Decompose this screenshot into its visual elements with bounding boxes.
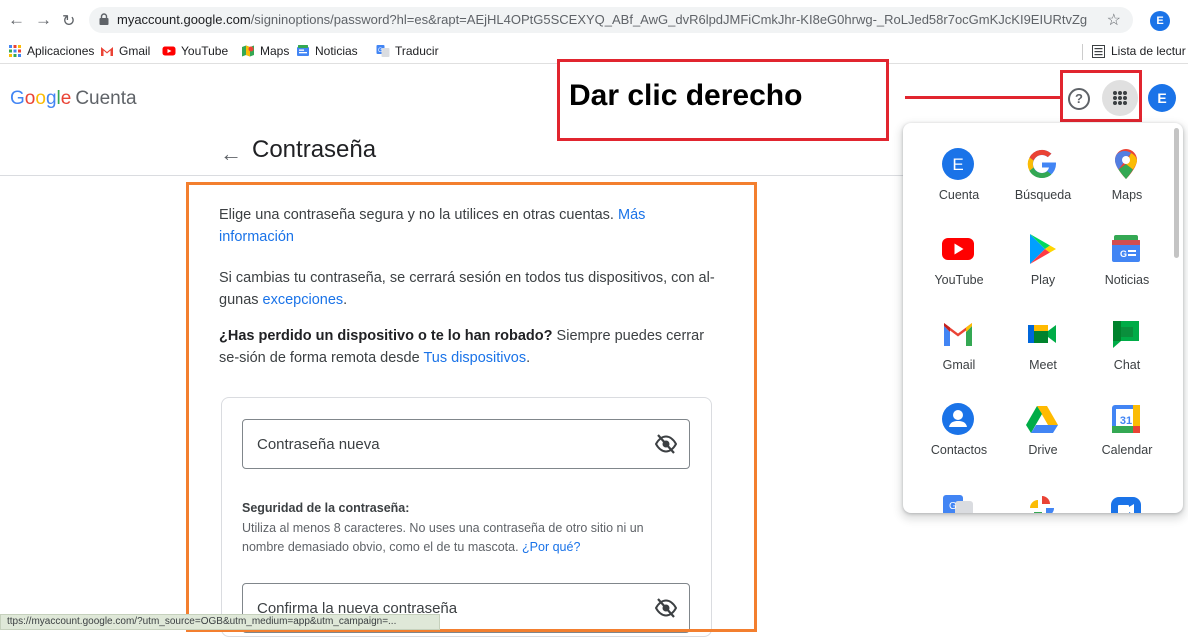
app-youtube[interactable]: YouTube bbox=[917, 232, 1001, 316]
logo-suffix: Cuenta bbox=[75, 88, 137, 109]
url-text: myaccount.google.com/signinoptions/passw… bbox=[117, 12, 1087, 27]
duo-icon[interactable] bbox=[1109, 491, 1143, 513]
logo-letter: G bbox=[10, 88, 25, 109]
annotation-content-box bbox=[186, 182, 757, 632]
bookmark-apps[interactable]: Aplicaciones bbox=[8, 44, 94, 58]
translate-icon[interactable]: G bbox=[941, 491, 975, 513]
address-bar[interactable]: myaccount.google.com/signinoptions/passw… bbox=[89, 7, 1133, 33]
bookmark-traducir[interactable]: G Traducir bbox=[376, 44, 439, 58]
logo-letter: o bbox=[35, 88, 46, 109]
news-icon bbox=[297, 45, 309, 56]
app-chat[interactable]: Chat bbox=[1085, 317, 1169, 401]
app-meet[interactable]: Meet bbox=[1001, 317, 1085, 401]
bookmark-gmail[interactable]: Gmail bbox=[100, 44, 150, 58]
google-search-icon bbox=[1027, 149, 1056, 179]
svg-text:G: G bbox=[378, 48, 383, 54]
annotation-highlight-box bbox=[1060, 70, 1142, 122]
bookmark-label: Noticias bbox=[315, 44, 358, 58]
reload-icon[interactable]: ↻ bbox=[62, 11, 75, 31]
translate-icon: G bbox=[376, 45, 390, 57]
svg-text:G: G bbox=[1120, 249, 1127, 259]
logo-letter: g bbox=[45, 88, 57, 109]
page-title: Contraseña bbox=[252, 136, 377, 163]
app-calendar[interactable]: 31 Calendar bbox=[1085, 402, 1169, 486]
status-bar-url: ttps://myaccount.google.com/?utm_source=… bbox=[0, 614, 440, 630]
account-avatar[interactable]: E bbox=[1148, 84, 1176, 112]
gmail-icon bbox=[101, 47, 113, 56]
play-icon bbox=[1030, 234, 1056, 264]
drive-icon bbox=[1026, 406, 1058, 433]
google-apps-panel: E Cuenta Búsqueda Maps YouTube Play G No… bbox=[903, 123, 1183, 513]
browser-menu-icon[interactable]: ⋮ bbox=[1182, 10, 1188, 27]
app-busqueda[interactable]: Búsqueda bbox=[1001, 147, 1085, 231]
bookmark-label: Gmail bbox=[119, 44, 151, 58]
app-cuenta[interactable]: E Cuenta bbox=[917, 147, 1001, 231]
bookmark-label: Traducir bbox=[395, 44, 439, 58]
app-maps[interactable]: Maps bbox=[1085, 147, 1169, 231]
calendar-day: 31 bbox=[1120, 415, 1132, 427]
contacts-icon bbox=[942, 403, 974, 435]
app-play[interactable]: Play bbox=[1001, 232, 1085, 316]
svg-text:G: G bbox=[949, 501, 957, 512]
photos-icon[interactable] bbox=[1025, 491, 1059, 513]
reading-list-label: Lista de lectur bbox=[1111, 44, 1186, 58]
maps-icon bbox=[1115, 149, 1137, 179]
app-contactos[interactable]: Contactos bbox=[917, 402, 1001, 486]
account-icon-letter: E bbox=[952, 155, 963, 174]
browser-toolbar: ← → ↻ myaccount.google.com/signinoptions… bbox=[0, 0, 1188, 40]
lock-icon bbox=[99, 13, 109, 25]
maps-icon bbox=[242, 45, 254, 57]
google-account-logo[interactable]: Google Cuenta bbox=[10, 88, 137, 110]
youtube-icon bbox=[942, 238, 974, 260]
bookmarks-divider bbox=[1082, 44, 1083, 60]
app-drive[interactable]: Drive bbox=[1001, 402, 1085, 486]
account-icon: E bbox=[942, 148, 974, 180]
apps-grid-icon bbox=[9, 45, 21, 57]
bookmark-label: Aplicaciones bbox=[27, 44, 95, 58]
logo-letter: o bbox=[24, 88, 36, 109]
app-noticias[interactable]: G Noticias bbox=[1085, 232, 1169, 316]
bookmark-star-icon[interactable]: ☆ bbox=[1107, 10, 1121, 30]
chat-icon bbox=[1113, 321, 1139, 348]
app-label: Drive bbox=[1028, 443, 1058, 457]
annotation-connector bbox=[905, 96, 1061, 99]
bookmark-label: Maps bbox=[260, 44, 290, 58]
back-arrow-icon[interactable]: ← bbox=[220, 141, 242, 167]
app-label: Chat bbox=[1113, 358, 1141, 372]
header-divider bbox=[0, 175, 903, 176]
bookmark-youtube[interactable]: YouTube bbox=[162, 44, 228, 58]
app-label: Contactos bbox=[930, 443, 988, 457]
calendar-icon: 31 bbox=[1112, 405, 1140, 433]
bookmark-noticias[interactable]: Noticias bbox=[296, 44, 358, 58]
app-label: Cuenta bbox=[938, 188, 980, 202]
app-label: Búsqueda bbox=[1014, 188, 1072, 202]
reading-list-icon bbox=[1092, 44, 1105, 58]
meet-icon bbox=[1028, 325, 1056, 343]
youtube-icon bbox=[162, 46, 176, 56]
app-label: YouTube bbox=[934, 273, 984, 287]
app-label: Play bbox=[1030, 273, 1056, 287]
gmail-icon bbox=[944, 323, 972, 346]
logo-letter: e bbox=[60, 88, 72, 109]
annotation-text: Dar clic derecho bbox=[569, 79, 803, 112]
app-label: Gmail bbox=[942, 358, 976, 372]
bookmark-label: YouTube bbox=[181, 44, 229, 58]
bookmark-maps[interactable]: Maps bbox=[241, 44, 289, 58]
app-label: Meet bbox=[1029, 358, 1057, 372]
back-nav-icon[interactable]: ← bbox=[8, 10, 25, 30]
reading-list-button[interactable]: Lista de lectur bbox=[1092, 44, 1186, 58]
apps-panel-scrollbar[interactable] bbox=[1174, 128, 1179, 258]
forward-nav-icon[interactable]: → bbox=[35, 10, 52, 30]
app-gmail[interactable]: Gmail bbox=[917, 317, 1001, 401]
app-label: Noticias bbox=[1104, 273, 1150, 287]
news-icon: G bbox=[1112, 235, 1140, 262]
annotation-callout: Dar clic derecho bbox=[557, 59, 889, 141]
app-label: Calendar bbox=[1101, 443, 1153, 457]
browser-profile-avatar[interactable]: E bbox=[1150, 11, 1170, 31]
app-label: Maps bbox=[1111, 188, 1143, 202]
